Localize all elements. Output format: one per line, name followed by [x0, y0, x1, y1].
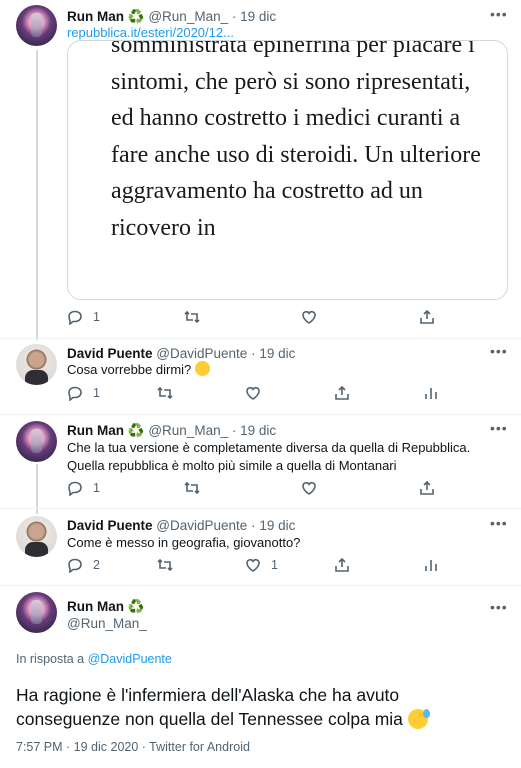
- more-icon[interactable]: •••: [490, 515, 508, 531]
- avatar[interactable]: [16, 5, 57, 46]
- quoted-image-card[interactable]: somministrata epinefrina per placare i s…: [67, 40, 508, 300]
- sweat-smile-emoji-icon: [407, 709, 430, 729]
- separator-dot: ·: [251, 346, 256, 361]
- tweet-actions: 1: [67, 309, 508, 329]
- tweet-header: Run Man ♻️ @Run_Man_ · 19 dic: [67, 422, 276, 440]
- retweet-icon: [184, 310, 200, 324]
- reply-count: 2: [93, 558, 100, 572]
- reply-to-prefix: In risposta a: [16, 652, 85, 666]
- reply-to-handle[interactable]: @DavidPuente: [88, 652, 172, 666]
- more-icon[interactable]: •••: [490, 6, 508, 22]
- thread-line: [36, 50, 38, 340]
- recycle-badge-icon: ♻️: [127, 423, 145, 438]
- separator-dot: ·: [231, 423, 237, 438]
- separator-dot: ·: [251, 518, 256, 533]
- like-count: 1: [271, 558, 278, 572]
- user-handle[interactable]: @DavidPuente: [156, 518, 247, 533]
- reply-to-line: In risposta a @DavidPuente: [16, 650, 172, 668]
- thread-line: [36, 464, 38, 514]
- tweet-actions: 2 1: [67, 557, 508, 577]
- divider: [0, 585, 521, 586]
- more-icon[interactable]: •••: [490, 599, 508, 615]
- reply-count: 1: [93, 481, 100, 495]
- tweet-meta: 7:57 PM · 19 dic 2020 · Twitter for Andr…: [16, 740, 250, 754]
- like-button[interactable]: [301, 480, 317, 496]
- more-icon[interactable]: •••: [490, 343, 508, 359]
- retweet-icon: [157, 558, 173, 572]
- tweet-actions: 1: [67, 480, 508, 500]
- analytics-button[interactable]: [423, 557, 439, 573]
- tweet-date[interactable]: 19 dic: [240, 9, 276, 24]
- quoted-image-text: somministrata epinefrina per placare i s…: [111, 40, 481, 241]
- tweet-date[interactable]: 19 dic: [259, 518, 295, 533]
- recycle-badge-icon: ♻️: [127, 599, 145, 614]
- tweet-text: Che la tua versione è completamente dive…: [67, 440, 471, 473]
- divider: [0, 338, 521, 339]
- tweet-header: David Puente @DavidPuente · 19 dic: [67, 517, 295, 535]
- like-button[interactable]: [301, 309, 317, 325]
- share-icon: [420, 480, 434, 495]
- share-button[interactable]: [334, 557, 350, 573]
- reply-icon: [68, 558, 82, 573]
- user-handle[interactable]: @DavidPuente: [156, 346, 247, 361]
- like-icon: [302, 311, 316, 324]
- like-button[interactable]: [245, 385, 261, 401]
- retweet-button[interactable]: [157, 385, 173, 401]
- tweet-text: Cosa vorrebbe dirmi?: [67, 361, 210, 379]
- user-name[interactable]: Run Man: [67, 9, 124, 24]
- reply-button[interactable]: 1: [67, 480, 100, 496]
- user-name[interactable]: David Puente: [67, 518, 153, 533]
- tweet-actions: 1: [67, 385, 508, 405]
- user-handle[interactable]: @Run_Man_: [148, 423, 228, 438]
- retweet-button[interactable]: [157, 557, 173, 573]
- reply-count: 1: [93, 310, 100, 324]
- analytics-icon: [425, 388, 437, 399]
- separator-dot: ·: [231, 9, 237, 24]
- share-icon: [335, 557, 349, 572]
- share-button[interactable]: [334, 385, 350, 401]
- main-tweet-text: Ha ragione è l'infermiera dell'Alaska ch…: [16, 683, 506, 731]
- tweet-text: Come è messo in geografia, giovanotto?: [67, 535, 301, 550]
- analytics-button[interactable]: [423, 385, 439, 401]
- avatar[interactable]: [16, 421, 57, 462]
- user-handle[interactable]: @Run_Man_: [148, 9, 228, 24]
- reply-button[interactable]: 2: [67, 557, 100, 573]
- tweet-date[interactable]: 19 dic: [240, 423, 276, 438]
- reply-button[interactable]: 1: [67, 309, 100, 325]
- retweet-icon: [184, 481, 200, 495]
- share-icon: [420, 309, 434, 324]
- user-name[interactable]: David Puente: [67, 346, 153, 361]
- main-tweet-text-content: Ha ragione è l'infermiera dell'Alaska ch…: [16, 685, 403, 729]
- smile-emoji-icon: [194, 361, 210, 376]
- divider: [0, 508, 521, 509]
- like-icon: [246, 559, 260, 572]
- recycle-badge-icon: ♻️: [127, 9, 145, 24]
- user-name[interactable]: Run Man: [67, 423, 124, 438]
- like-icon: [302, 482, 316, 495]
- reply-count: 1: [93, 386, 100, 400]
- share-button[interactable]: [419, 309, 435, 325]
- reply-icon: [68, 481, 82, 496]
- main-tweet-header: Run Man ♻️: [67, 598, 145, 616]
- retweet-button[interactable]: [184, 480, 200, 496]
- analytics-icon: [425, 560, 437, 571]
- more-icon[interactable]: •••: [490, 420, 508, 436]
- tweet-date[interactable]: 19 dic: [259, 346, 295, 361]
- like-button[interactable]: 1: [245, 557, 278, 573]
- retweet-button[interactable]: [184, 309, 200, 325]
- like-icon: [246, 387, 260, 400]
- reply-button[interactable]: 1: [67, 385, 100, 401]
- avatar[interactable]: [16, 344, 57, 385]
- reply-icon: [68, 386, 82, 401]
- retweet-icon: [157, 386, 173, 400]
- share-button[interactable]: [419, 480, 435, 496]
- avatar[interactable]: [16, 516, 57, 557]
- divider: [0, 414, 521, 415]
- share-icon: [335, 385, 349, 400]
- avatar[interactable]: [16, 592, 57, 633]
- user-handle[interactable]: @Run_Man_: [67, 615, 147, 633]
- reply-icon: [68, 310, 82, 325]
- user-name[interactable]: Run Man: [67, 599, 124, 614]
- tweet-text-content: Cosa vorrebbe dirmi?: [67, 362, 192, 377]
